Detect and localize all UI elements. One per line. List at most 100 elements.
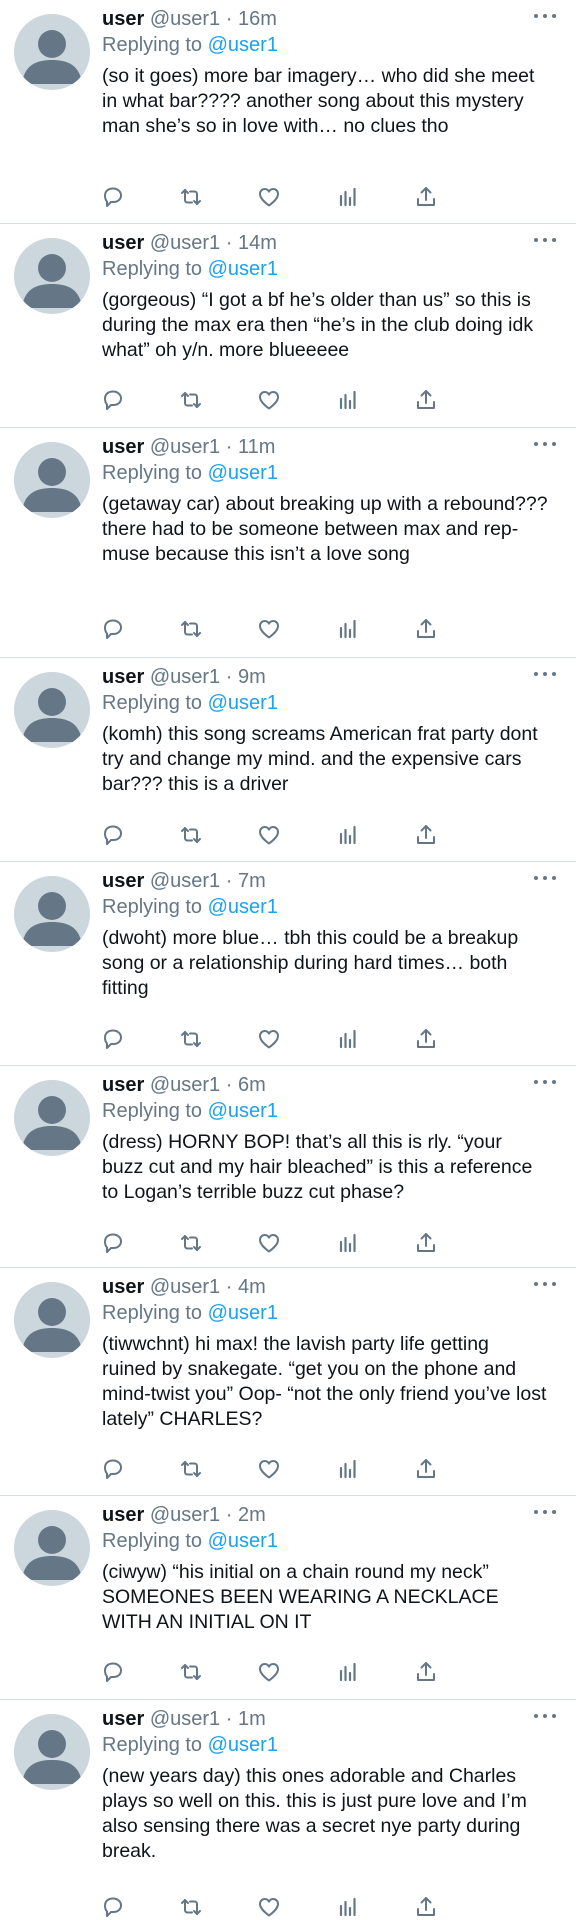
- like-icon[interactable]: [256, 1894, 282, 1920]
- replying-to-link[interactable]: @user1: [208, 1530, 278, 1552]
- retweet-icon[interactable]: [178, 1230, 204, 1256]
- avatar[interactable]: [14, 672, 90, 748]
- reply-icon[interactable]: [100, 184, 126, 210]
- username[interactable]: user: [102, 666, 144, 688]
- handle[interactable]: @user1: [150, 870, 220, 892]
- avatar[interactable]: [14, 876, 90, 952]
- like-icon[interactable]: [256, 1659, 282, 1685]
- replying-to-link[interactable]: @user1: [208, 462, 278, 484]
- retweet-icon[interactable]: [178, 616, 204, 642]
- more-options-icon[interactable]: [534, 870, 556, 886]
- like-icon[interactable]: [256, 1456, 282, 1482]
- replying-to-link[interactable]: @user1: [208, 1302, 278, 1324]
- username[interactable]: user: [102, 232, 144, 254]
- username[interactable]: user: [102, 436, 144, 458]
- more-options-icon[interactable]: [534, 1504, 556, 1520]
- tweet[interactable]: user @user1 · 4m Replying to @user1 (tiw…: [0, 1268, 576, 1496]
- avatar[interactable]: [14, 1714, 90, 1790]
- more-options-icon[interactable]: [534, 8, 556, 24]
- retweet-icon[interactable]: [178, 184, 204, 210]
- reply-icon[interactable]: [100, 822, 126, 848]
- share-icon[interactable]: [413, 1026, 439, 1052]
- retweet-icon[interactable]: [178, 1894, 204, 1920]
- reply-icon[interactable]: [100, 616, 126, 642]
- retweet-icon[interactable]: [178, 1659, 204, 1685]
- analytics-icon[interactable]: [335, 1026, 361, 1052]
- avatar[interactable]: [14, 238, 90, 314]
- reply-icon[interactable]: [100, 1230, 126, 1256]
- reply-icon[interactable]: [100, 1659, 126, 1685]
- tweet[interactable]: user @user1 · 2m Replying to @user1 (ciw…: [0, 1496, 576, 1700]
- share-icon[interactable]: [413, 616, 439, 642]
- tweet[interactable]: user @user1 · 7m Replying to @user1 (dwo…: [0, 862, 576, 1066]
- more-options-icon[interactable]: [534, 666, 556, 682]
- retweet-icon[interactable]: [178, 387, 204, 413]
- tweet[interactable]: user @user1 · 11m Replying to @user1 (ge…: [0, 428, 576, 658]
- share-icon[interactable]: [413, 1456, 439, 1482]
- analytics-icon[interactable]: [335, 387, 361, 413]
- analytics-icon[interactable]: [335, 1456, 361, 1482]
- username[interactable]: user: [102, 1276, 144, 1298]
- tweet[interactable]: user @user1 · 1m Replying to @user1 (new…: [0, 1700, 576, 1920]
- tweet[interactable]: user @user1 · 14m Replying to @user1 (go…: [0, 224, 576, 428]
- timestamp[interactable]: 9m: [238, 666, 266, 688]
- analytics-icon[interactable]: [335, 1230, 361, 1256]
- timestamp[interactable]: 6m: [238, 1074, 266, 1096]
- handle[interactable]: @user1: [150, 666, 220, 688]
- analytics-icon[interactable]: [335, 1894, 361, 1920]
- analytics-icon[interactable]: [335, 1659, 361, 1685]
- retweet-icon[interactable]: [178, 1456, 204, 1482]
- timestamp[interactable]: 1m: [238, 1708, 266, 1730]
- timestamp[interactable]: 4m: [238, 1276, 266, 1298]
- timestamp[interactable]: 7m: [238, 870, 266, 892]
- avatar[interactable]: [14, 1080, 90, 1156]
- replying-to-link[interactable]: @user1: [208, 258, 278, 280]
- username[interactable]: user: [102, 1708, 144, 1730]
- username[interactable]: user: [102, 1074, 144, 1096]
- handle[interactable]: @user1: [150, 1276, 220, 1298]
- share-icon[interactable]: [413, 1894, 439, 1920]
- replying-to-link[interactable]: @user1: [208, 896, 278, 918]
- timestamp[interactable]: 11m: [238, 436, 275, 458]
- like-icon[interactable]: [256, 387, 282, 413]
- timestamp[interactable]: 16m: [238, 8, 277, 30]
- avatar[interactable]: [14, 1282, 90, 1358]
- analytics-icon[interactable]: [335, 184, 361, 210]
- reply-icon[interactable]: [100, 1456, 126, 1482]
- more-options-icon[interactable]: [534, 1276, 556, 1292]
- replying-to-link[interactable]: @user1: [208, 34, 278, 56]
- replying-to-link[interactable]: @user1: [208, 1734, 278, 1756]
- share-icon[interactable]: [413, 1230, 439, 1256]
- timestamp[interactable]: 14m: [238, 232, 277, 254]
- like-icon[interactable]: [256, 616, 282, 642]
- handle[interactable]: @user1: [150, 1504, 220, 1526]
- analytics-icon[interactable]: [335, 822, 361, 848]
- analytics-icon[interactable]: [335, 616, 361, 642]
- more-options-icon[interactable]: [534, 1074, 556, 1090]
- retweet-icon[interactable]: [178, 1026, 204, 1052]
- replying-to-link[interactable]: @user1: [208, 1100, 278, 1122]
- tweet[interactable]: user @user1 · 6m Replying to @user1 (dre…: [0, 1066, 576, 1268]
- reply-icon[interactable]: [100, 1894, 126, 1920]
- more-options-icon[interactable]: [534, 436, 556, 452]
- more-options-icon[interactable]: [534, 1708, 556, 1724]
- like-icon[interactable]: [256, 822, 282, 848]
- handle[interactable]: @user1: [150, 8, 220, 30]
- handle[interactable]: @user1: [150, 436, 220, 458]
- like-icon[interactable]: [256, 1230, 282, 1256]
- more-options-icon[interactable]: [534, 232, 556, 248]
- timestamp[interactable]: 2m: [238, 1504, 266, 1526]
- share-icon[interactable]: [413, 184, 439, 210]
- share-icon[interactable]: [413, 1659, 439, 1685]
- tweet[interactable]: user @user1 · 9m Replying to @user1 (kom…: [0, 658, 576, 862]
- retweet-icon[interactable]: [178, 822, 204, 848]
- username[interactable]: user: [102, 1504, 144, 1526]
- replying-to-link[interactable]: @user1: [208, 692, 278, 714]
- tweet[interactable]: user @user1 · 16m Replying to @user1 (so…: [0, 0, 576, 224]
- like-icon[interactable]: [256, 184, 282, 210]
- avatar[interactable]: [14, 442, 90, 518]
- username[interactable]: user: [102, 870, 144, 892]
- avatar[interactable]: [14, 14, 90, 90]
- avatar[interactable]: [14, 1510, 90, 1586]
- handle[interactable]: @user1: [150, 232, 220, 254]
